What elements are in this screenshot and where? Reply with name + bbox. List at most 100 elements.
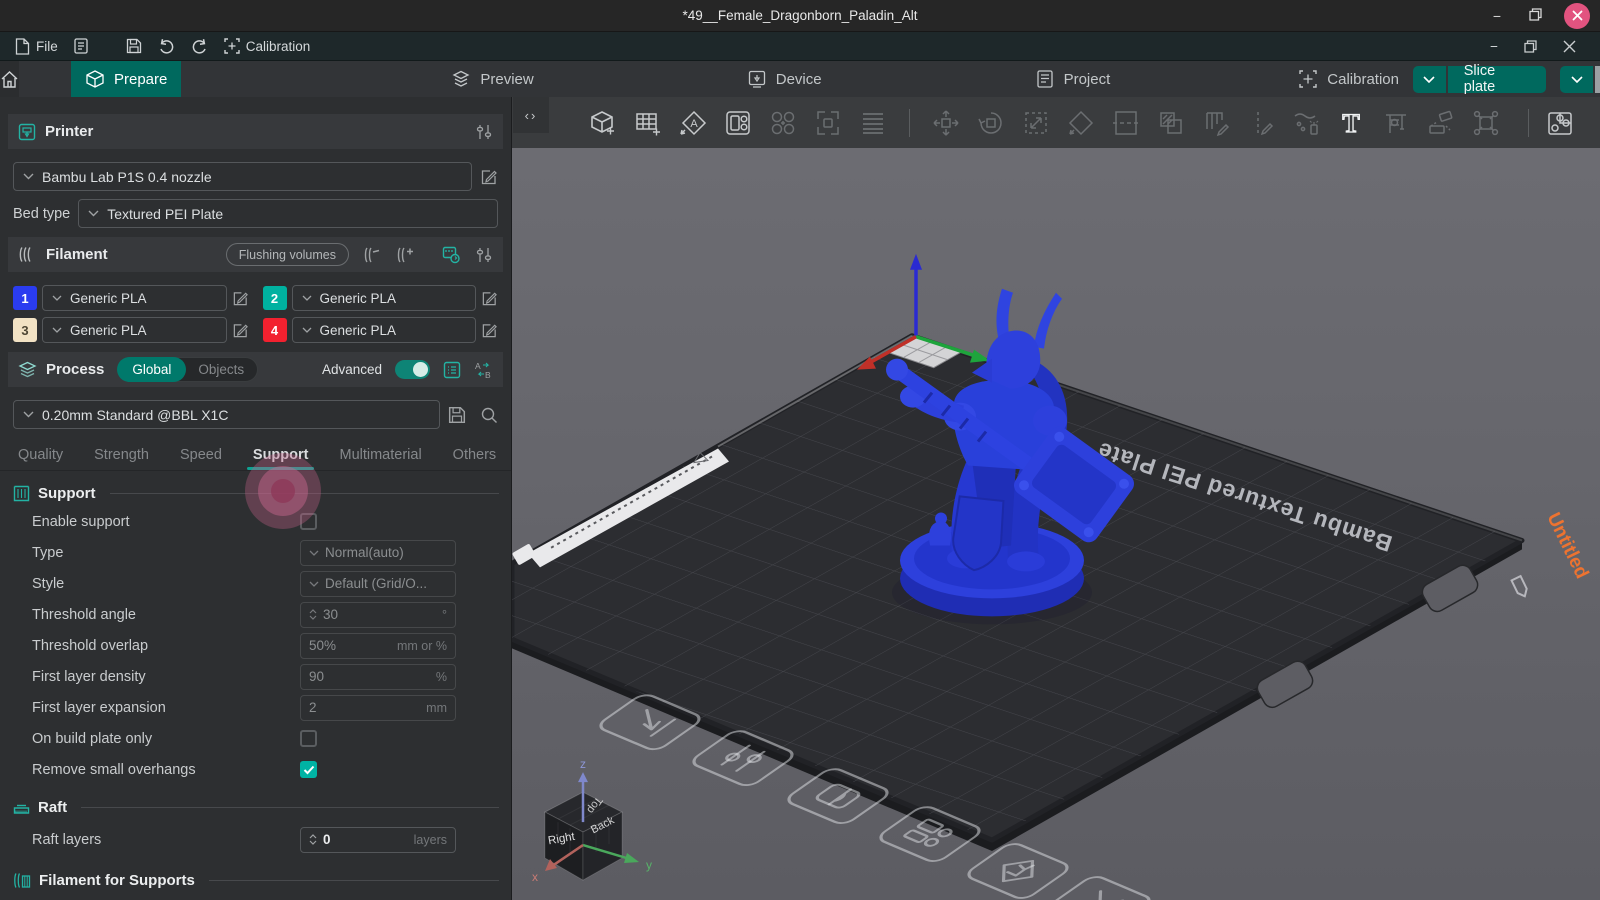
fix-model-button[interactable] <box>1470 107 1502 139</box>
file-menu[interactable]: File <box>10 32 63 60</box>
filament-settings-button[interactable] <box>475 247 493 263</box>
flushing-volumes-button[interactable]: Flushing volumes <box>226 243 349 266</box>
flatten-tool-button[interactable] <box>1065 107 1097 139</box>
parameter-list-button[interactable] <box>443 361 461 379</box>
measure-tool-button[interactable] <box>1380 107 1412 139</box>
filament-select[interactable]: Generic PLA <box>42 317 227 343</box>
advanced-toggle[interactable] <box>395 360 430 379</box>
auto-orient-button[interactable]: A <box>677 107 709 139</box>
first-layer-density-input[interactable]: 90 % <box>300 664 456 690</box>
support-painting-button[interactable] <box>1200 107 1232 139</box>
add-object-button[interactable] <box>587 107 619 139</box>
app-close-button[interactable] <box>1563 40 1576 53</box>
home-button[interactable] <box>0 61 19 97</box>
slice-plate-button[interactable]: Slice plate <box>1448 66 1546 93</box>
tab-project[interactable]: Project <box>1021 61 1125 97</box>
rotate-tool-button[interactable] <box>975 107 1007 139</box>
filament-select[interactable]: Generic PLA <box>292 285 477 311</box>
tab-prepare[interactable]: Prepare <box>71 61 181 97</box>
raft-layers-spinner[interactable]: 0 layers <box>300 827 456 853</box>
search-preset-button[interactable] <box>480 406 498 424</box>
edit-filament-button[interactable] <box>232 322 249 339</box>
printer-preset-select[interactable]: Bambu Lab P1S 0.4 nozzle <box>13 162 472 191</box>
remove-small-overhangs-checkbox[interactable] <box>300 761 317 778</box>
project-name-label[interactable]: Untitled <box>1512 509 1593 598</box>
assembly-view-button[interactable] <box>1425 107 1457 139</box>
plate-delete-icon[interactable] <box>1045 874 1154 900</box>
variable-layer-height-button[interactable] <box>857 107 889 139</box>
add-plate-button[interactable] <box>632 107 664 139</box>
filament-color-chip[interactable]: 3 <box>13 318 37 342</box>
sidebar-collapse-handle[interactable]: ‹› <box>513 97 549 133</box>
tab-others[interactable]: Others <box>451 439 499 470</box>
cut-tool-button[interactable] <box>1110 107 1142 139</box>
text-tool-button[interactable]: T <box>1335 107 1367 139</box>
spinner-arrows[interactable] <box>309 834 317 845</box>
unit-label: mm <box>426 701 447 715</box>
save-button[interactable] <box>121 32 147 60</box>
slice-options-dropdown[interactable] <box>1413 66 1446 93</box>
tab-multimaterial[interactable]: Multimaterial <box>337 439 423 470</box>
remove-filament-button[interactable] <box>362 247 382 263</box>
seam-painting-button[interactable] <box>1245 107 1277 139</box>
tab-quality[interactable]: Quality <box>16 439 65 470</box>
threshold-angle-spinner[interactable]: 30 ° <box>300 602 456 628</box>
tab-speed[interactable]: Speed <box>178 439 224 470</box>
app-minimize-button[interactable]: − <box>1490 39 1498 54</box>
os-maximize-button[interactable] <box>1526 8 1544 24</box>
bed-type-select[interactable]: Textured PEI Plate <box>78 199 498 228</box>
notes-button[interactable] <box>69 32 93 60</box>
printer-settings-button[interactable] <box>475 124 493 140</box>
spinner-arrows[interactable] <box>309 609 317 620</box>
enable-support-checkbox[interactable] <box>300 513 317 530</box>
compare-presets-button[interactable]: AB <box>474 361 493 379</box>
viewport-3d[interactable]: Bambu Textured PEI Plate <box>512 97 1600 900</box>
process-preset-select[interactable]: 0.20mm Standard @BBL X1C <box>13 400 440 429</box>
filament-color-chip[interactable]: 2 <box>263 286 287 310</box>
edit-printer-button[interactable] <box>480 168 498 186</box>
arrange-button[interactable] <box>722 107 754 139</box>
mesh-boolean-button[interactable] <box>1155 107 1187 139</box>
edit-filament-button[interactable] <box>232 290 249 307</box>
os-minimize-button[interactable]: − <box>1488 8 1506 24</box>
plate-orient-icon[interactable] <box>963 841 1072 900</box>
split-to-parts-button[interactable] <box>812 107 844 139</box>
os-close-button[interactable] <box>1564 3 1590 29</box>
scale-tool-button[interactable] <box>1020 107 1052 139</box>
redo-button[interactable] <box>186 32 213 60</box>
save-preset-button[interactable] <box>448 406 466 424</box>
threshold-overlap-input[interactable]: 50% mm or % <box>300 633 456 659</box>
on-build-plate-only-checkbox[interactable] <box>300 730 317 747</box>
app-restore-button[interactable] <box>1524 40 1537 53</box>
calibration-menu[interactable]: Calibration <box>219 32 316 60</box>
tab-device[interactable]: Device <box>733 61 836 97</box>
support-style-value: Default (Grid/O... <box>325 576 427 591</box>
edit-filament-button[interactable] <box>481 290 498 307</box>
add-filament-button[interactable] <box>395 247 415 263</box>
tab-preview[interactable]: Preview <box>437 61 547 97</box>
tab-calibration[interactable]: Calibration <box>1284 61 1413 97</box>
tab-strength[interactable]: Strength <box>92 439 151 470</box>
print-options-dropdown[interactable] <box>1560 66 1593 93</box>
split-to-objects-button[interactable] <box>767 107 799 139</box>
color-painting-button[interactable] <box>1290 107 1322 139</box>
tab-support[interactable]: Support <box>251 439 311 470</box>
filament-select[interactable]: Generic PLA <box>292 317 477 343</box>
navigation-cube[interactable]: Top Right Back z y x <box>532 757 652 884</box>
edit-filament-button[interactable] <box>481 322 498 339</box>
first-layer-expansion-input[interactable]: 2 mm <box>300 695 456 721</box>
assemble-objects-button[interactable] <box>1544 107 1576 139</box>
scene-canvas[interactable]: Bambu Textured PEI Plate <box>512 97 1600 900</box>
scope-global-button[interactable]: Global <box>117 357 186 382</box>
filament-color-chip[interactable]: 4 <box>263 318 287 342</box>
print-plate-button[interactable]: Print plate <box>1595 66 1600 93</box>
undo-button[interactable] <box>153 32 180 60</box>
move-tool-button[interactable] <box>930 107 962 139</box>
filament-color-chip[interactable]: 1 <box>13 286 37 310</box>
scope-objects-button[interactable]: Objects <box>185 362 257 377</box>
support-type-select[interactable]: Normal(auto) <box>300 540 456 566</box>
ams-sync-button[interactable] <box>442 246 462 264</box>
first-layer-density-value: 90 <box>309 669 430 684</box>
support-style-select[interactable]: Default (Grid/O... <box>300 571 456 597</box>
filament-select[interactable]: Generic PLA <box>42 285 227 311</box>
